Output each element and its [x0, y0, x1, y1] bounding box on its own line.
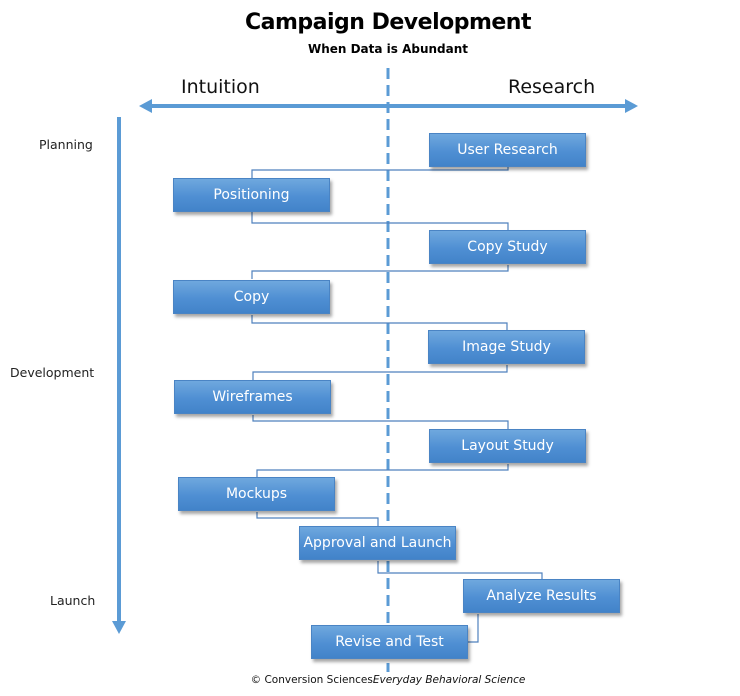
connector: [256, 464, 509, 477]
step-mockups: Mockups: [178, 477, 335, 511]
connector: [251, 315, 508, 330]
step-label: User Research: [457, 142, 558, 158]
page-title: Campaign Development: [245, 10, 532, 35]
step-user-research: User Research: [429, 133, 586, 167]
diagram-lines: [112, 68, 638, 672]
phase-development: Development: [10, 365, 95, 380]
step-image-study: Image Study: [428, 330, 585, 364]
tagline: Everyday Behavioral Science: [372, 674, 526, 686]
step-label: Analyze Results: [486, 588, 597, 604]
step-positioning: Positioning: [173, 178, 330, 212]
step-label: Positioning: [213, 187, 290, 203]
step-label: Layout Study: [461, 438, 554, 454]
arrow-right-icon: [625, 99, 638, 113]
connector: [251, 212, 509, 230]
footer-credit: © Conversion SciencesEveryday Behavioral…: [0, 674, 740, 686]
connector: [256, 512, 379, 526]
copyright: © Conversion Sciences: [250, 674, 373, 686]
step-label: Copy: [233, 289, 270, 305]
connector: [377, 561, 543, 579]
connector: [251, 167, 509, 178]
step-label: Approval and Launch: [303, 535, 452, 551]
step-label: Revise and Test: [335, 634, 444, 650]
phase-launch: Launch: [50, 593, 96, 608]
connector: [468, 614, 479, 643]
phase-planning: Planning: [39, 137, 93, 152]
connector: [252, 415, 509, 429]
step-revise-and-test: Revise and Test: [311, 625, 468, 659]
step-label: Wireframes: [212, 389, 293, 405]
step-copy-study: Copy Study: [429, 230, 586, 264]
connector: [252, 365, 508, 380]
step-analyze-results: Analyze Results: [463, 579, 620, 613]
step-wireframes: Wireframes: [174, 380, 331, 414]
page-subtitle: When Data is Abundant: [307, 42, 469, 56]
arrow-down-icon: [112, 621, 126, 634]
step-label: Image Study: [462, 339, 551, 355]
step-copy: Copy: [173, 280, 330, 314]
step-layout-study: Layout Study: [429, 429, 586, 463]
step-label: Copy Study: [467, 239, 548, 255]
connector: [251, 265, 509, 279]
step-approval-and-launch: Approval and Launch: [299, 526, 456, 560]
step-label: Mockups: [225, 486, 288, 502]
research-label: Research: [508, 76, 596, 98]
arrow-left-icon: [139, 99, 152, 113]
intuition-label: Intuition: [181, 76, 260, 98]
